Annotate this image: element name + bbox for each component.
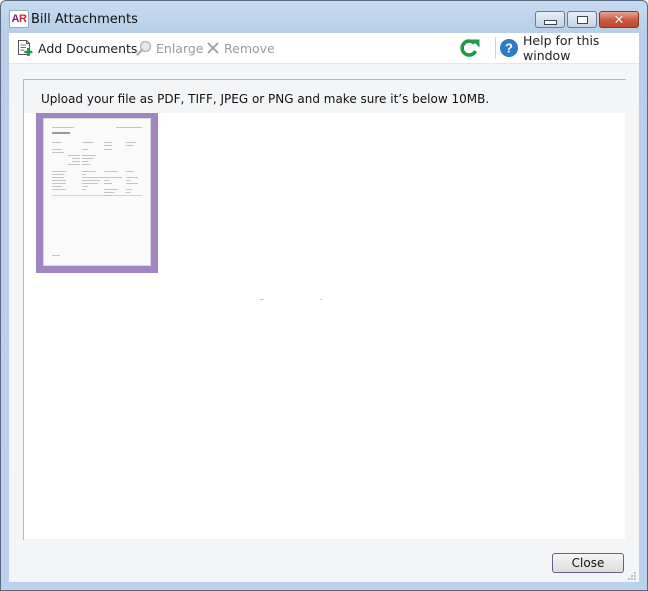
app-logo-icon: AR [9, 10, 29, 28]
close-icon: ✕ [613, 12, 625, 27]
toolbar-separator [495, 37, 496, 59]
enlarge-button[interactable]: Enlarge [136, 37, 204, 59]
remove-x-icon [206, 41, 220, 55]
help-label: Help for this window [523, 33, 600, 63]
maximize-icon [576, 15, 588, 24]
window-title: Bill Attachments [31, 12, 138, 27]
attachments-panel: Upload your file as PDF, TIFF, JPEG or P… [23, 79, 626, 540]
bill-attachments-window: AR Bill Attachments ✕ Add Documents Enla… [0, 0, 648, 591]
minimize-icon [543, 20, 557, 25]
add-document-icon [17, 39, 34, 57]
enlarge-label: Enlarge [156, 40, 204, 56]
help-question-icon: ? [499, 38, 519, 58]
add-documents-button[interactable]: Add Documents [17, 37, 137, 59]
toolbar: Add Documents Enlarge Remove ? Help for … [9, 33, 639, 64]
svg-text:?: ? [505, 41, 513, 56]
help-button[interactable]: ? Help for this window [499, 33, 639, 63]
magnifier-icon [136, 40, 152, 56]
decorative-speck [320, 299, 322, 300]
document-preview [43, 118, 151, 266]
upload-instruction: Upload your file as PDF, TIFF, JPEG or P… [41, 92, 490, 106]
remove-button[interactable]: Remove [206, 37, 275, 59]
window-client-area: Add Documents Enlarge Remove ? Help for … [9, 33, 639, 582]
decorative-speck [260, 299, 264, 300]
add-documents-label: Add Documents [38, 40, 138, 56]
attachment-thumbnail[interactable] [36, 113, 158, 273]
title-bar[interactable]: AR Bill Attachments ✕ [1, 1, 647, 33]
maximize-button[interactable] [567, 11, 597, 28]
remove-label: Remove [224, 40, 275, 56]
refresh-icon [459, 38, 481, 58]
resize-grip-icon[interactable] [627, 571, 637, 581]
refresh-button[interactable] [459, 37, 485, 59]
close-button[interactable]: Close [552, 553, 624, 573]
minimize-button[interactable] [535, 11, 565, 28]
attachments-drop-area[interactable] [24, 113, 625, 539]
close-window-button[interactable]: ✕ [599, 11, 639, 28]
